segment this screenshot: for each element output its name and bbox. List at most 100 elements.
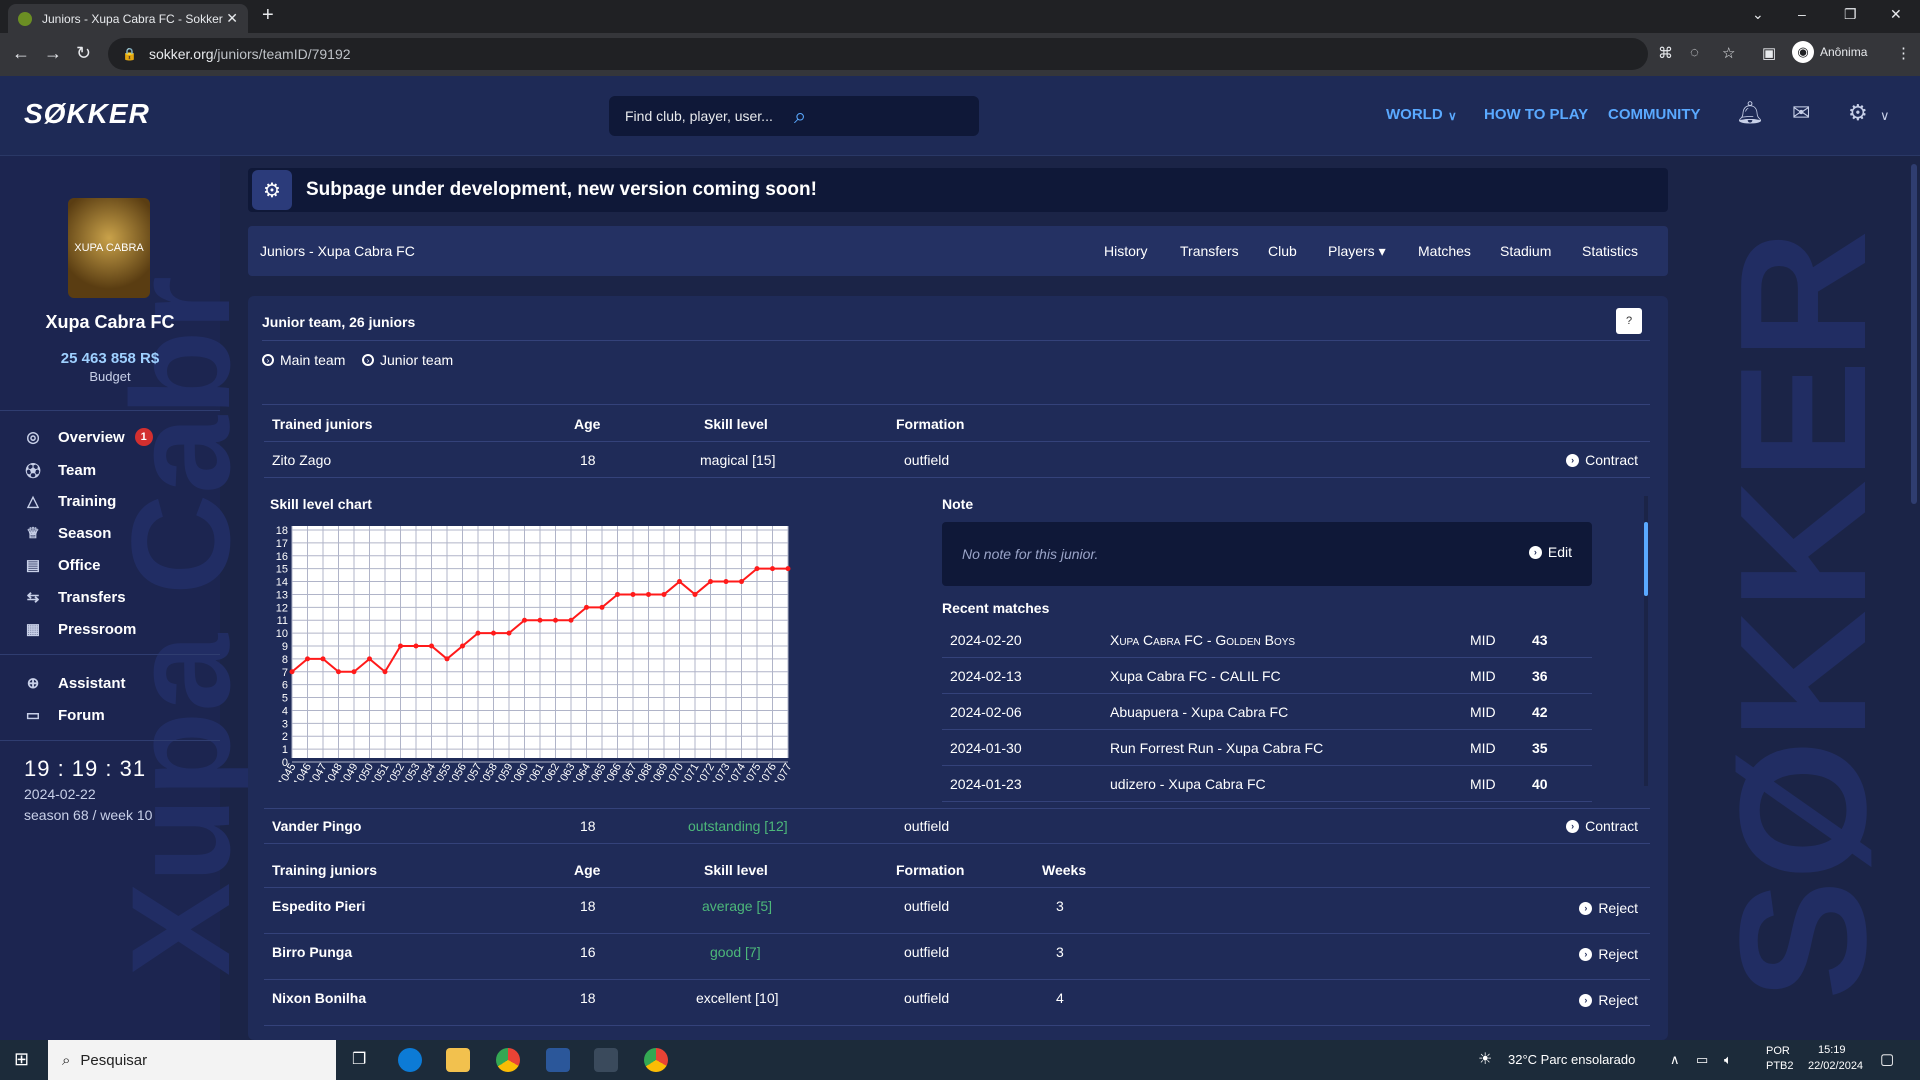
restore-icon[interactable]: ❐ xyxy=(1844,6,1857,23)
tab-players[interactable]: Players ▾ xyxy=(1328,243,1386,260)
task-view-icon[interactable]: ❐ xyxy=(352,1049,366,1069)
player-name[interactable]: Nixon Bonilha xyxy=(272,990,366,1006)
match-teams[interactable]: Xupa Cabra FC - CALIL FC xyxy=(1110,668,1281,684)
tab-matches[interactable]: Matches xyxy=(1418,243,1471,259)
close-window-icon[interactable]: ✕ xyxy=(1890,6,1902,23)
contract-button[interactable]: › Contract xyxy=(1566,452,1638,468)
table-row[interactable]: Espedito Pieri 18 average [5] outfield 3… xyxy=(264,888,1650,934)
minimize-icon[interactable]: – xyxy=(1798,6,1806,22)
nav-world[interactable]: WORLD xyxy=(1386,106,1443,123)
match-row[interactable]: 2024-01-23 udizero - Xupa Cabra FC MID 40 xyxy=(942,766,1592,802)
player-name[interactable]: Zito Zago xyxy=(272,452,331,468)
match-teams[interactable]: Run Forrest Run - Xupa Cabra FC xyxy=(1110,740,1323,756)
tab-statistics[interactable]: Statistics xyxy=(1582,243,1638,259)
reject-button[interactable]: › Reject xyxy=(1579,946,1638,962)
reload-icon[interactable]: ↻ xyxy=(76,43,91,64)
club-name[interactable]: Xupa Cabra FC xyxy=(0,312,220,333)
dev-banner: ⚙ Subpage under development, new version… xyxy=(248,168,1668,212)
taskbar-time[interactable]: 15:19 xyxy=(1818,1044,1846,1056)
sidebar-item-training[interactable]: △ Training xyxy=(24,492,116,511)
sidebar-item-transfers[interactable]: ⇆ Transfers xyxy=(24,588,126,607)
breadcrumb[interactable]: Juniors - Xupa Cabra FC xyxy=(260,243,415,259)
tab-club[interactable]: Club xyxy=(1268,243,1297,259)
match-row[interactable]: 2024-01-30 Run Forrest Run - Xupa Cabra F… xyxy=(942,730,1592,766)
reject-button[interactable]: › Reject xyxy=(1579,992,1638,1008)
tab-search-icon[interactable]: ⌄ xyxy=(1752,6,1764,23)
file-explorer-icon[interactable] xyxy=(446,1048,470,1072)
sidebar-item-assistant[interactable]: ⊕ Assistant xyxy=(24,674,126,693)
sidebar-item-team[interactable]: ⚽︎ Team xyxy=(24,460,96,481)
table-row[interactable]: Nixon Bonilha 18 excellent [10] outfield… xyxy=(264,980,1650,1026)
radio-junior-team[interactable]: › Junior team xyxy=(362,352,453,368)
app-icon[interactable] xyxy=(594,1048,618,1072)
weather-text[interactable]: 32°C Parc ensolarado xyxy=(1508,1052,1635,1067)
sidebar-item-forum[interactable]: ▭ Forum xyxy=(24,706,105,725)
tab-stadium[interactable]: Stadium xyxy=(1500,243,1551,259)
player-name[interactable]: Vander Pingo xyxy=(272,818,361,834)
forward-icon[interactable]: → xyxy=(44,43,62,64)
close-tab-icon[interactable]: ✕ xyxy=(226,10,238,27)
contract-button[interactable]: › Contract xyxy=(1566,818,1638,834)
translate-icon[interactable]: ⌘ xyxy=(1658,44,1673,62)
chevron-down-icon[interactable]: ∨ xyxy=(1448,109,1457,123)
settings-chevron-icon[interactable]: ∨ xyxy=(1880,108,1890,124)
page-scrollbar[interactable] xyxy=(1907,156,1920,1040)
mail-icon[interactable]: ✉ xyxy=(1792,100,1810,126)
match-teams[interactable]: udizero - Xupa Cabra FC xyxy=(1110,776,1266,792)
volume-icon[interactable]: 🔈︎ xyxy=(1724,1052,1732,1068)
help-button[interactable]: ? xyxy=(1616,308,1642,334)
tab-history[interactable]: History xyxy=(1104,243,1148,259)
scroll-thumb[interactable] xyxy=(1911,164,1917,504)
word-icon[interactable] xyxy=(546,1048,570,1072)
nav-how-to-play[interactable]: HOW TO PLAY xyxy=(1484,106,1588,123)
nav-community[interactable]: COMMUNITY xyxy=(1608,106,1701,123)
network-icon[interactable]: ▭ xyxy=(1696,1052,1708,1068)
trained-header-row: Trained juniors Age Skill level Formatio… xyxy=(264,406,1650,442)
player-name[interactable]: Birro Punga xyxy=(272,944,352,960)
taskbar-date[interactable]: 22/02/2024 xyxy=(1808,1060,1863,1072)
back-icon[interactable]: ← xyxy=(12,43,30,64)
browser-tab[interactable]: Juniors - Xupa Cabra FC - Sokker ✕ xyxy=(8,4,248,33)
sidebar-item-season[interactable]: ♕ Season xyxy=(24,524,111,543)
club-logo[interactable]: XUPA CABRA xyxy=(68,198,150,298)
gear-icon[interactable]: ⚙ xyxy=(1848,100,1868,126)
table-row[interactable]: Birro Punga 16 good [7] outfield 3 › Reje… xyxy=(264,934,1650,980)
side-panel-icon[interactable]: ▣ xyxy=(1762,44,1776,62)
match-row[interactable]: 2024-02-06 Abuapuera - Xupa Cabra FC MID 42 xyxy=(942,694,1592,730)
edit-note-button[interactable]: › Edit xyxy=(1528,544,1572,560)
bookmark-star-icon[interactable]: ☆ xyxy=(1722,44,1735,62)
match-teams[interactable]: Abuapuera - Xupa Cabra FC xyxy=(1110,704,1288,720)
search-input[interactable]: Find club, player, user... ⌕ xyxy=(609,96,979,136)
tray-chevron-icon[interactable]: ∧ xyxy=(1670,1052,1680,1068)
scroll-thumb[interactable] xyxy=(1644,522,1648,596)
bell-icon[interactable]: 🔔︎ xyxy=(1736,100,1764,126)
player-name[interactable]: Espedito Pieri xyxy=(272,898,365,914)
eye-off-icon[interactable]: ◌ xyxy=(1690,44,1699,61)
match-teams[interactable]: Xupa Cabra FC - Golden Boys xyxy=(1110,632,1295,648)
sidebar-item-office[interactable]: ▤ Office xyxy=(24,556,101,575)
edge-icon[interactable] xyxy=(398,1048,422,1072)
sokker-logo[interactable]: SØKKER xyxy=(24,98,150,130)
profile-button[interactable]: ◉ Anônima xyxy=(1792,41,1867,63)
match-row[interactable]: 2024-02-20 Xupa Cabra FC - Golden Boys MID… xyxy=(942,622,1592,658)
chrome-icon[interactable] xyxy=(496,1048,520,1072)
note-scrollbar[interactable] xyxy=(1644,496,1648,786)
tab-transfers[interactable]: Transfers xyxy=(1180,243,1239,259)
search-icon[interactable]: ⌕ xyxy=(794,103,963,129)
chrome-active-icon[interactable] xyxy=(644,1048,668,1072)
sidebar-item-pressroom[interactable]: ▦ Pressroom xyxy=(24,620,136,639)
col-skill-level: Skill level xyxy=(704,862,768,878)
radio-main-team[interactable]: › Main team xyxy=(262,352,345,368)
notifications-icon[interactable]: ▢ xyxy=(1880,1050,1894,1068)
address-bar[interactable]: 🔒 sokker.org/juniors/teamID/79192 xyxy=(108,38,1648,70)
taskbar-search[interactable]: ⌕ Pesquisar xyxy=(48,1040,336,1080)
sidebar-item-overview[interactable]: ◎ Overview 1 xyxy=(24,428,153,446)
windows-start-icon[interactable]: ⊞ xyxy=(14,1049,29,1070)
table-row[interactable]: Zito Zago 18 magical [15] outfield › Cont… xyxy=(264,442,1650,478)
match-row[interactable]: 2024-02-13 Xupa Cabra FC - CALIL FC MID 36 xyxy=(942,658,1592,694)
menu-dots-icon[interactable]: ⋮ xyxy=(1896,44,1911,62)
new-tab-icon[interactable]: + xyxy=(262,4,274,27)
reject-button[interactable]: › Reject xyxy=(1579,900,1638,916)
table-row[interactable]: Vander Pingo 18 outstanding [12] outfiel… xyxy=(264,808,1650,844)
language-indicator[interactable]: POR PTB2 xyxy=(1766,1044,1794,1074)
